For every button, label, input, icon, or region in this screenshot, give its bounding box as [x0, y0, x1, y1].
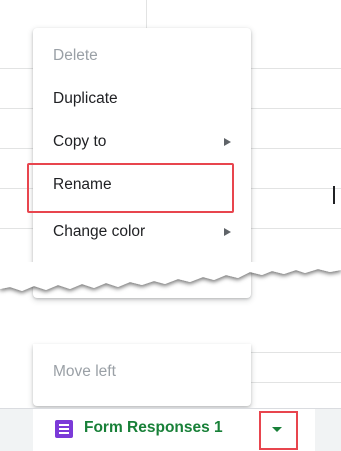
row-line	[251, 108, 341, 109]
row-line	[251, 382, 341, 383]
menu-item-label: Duplicate	[53, 90, 118, 107]
row-line	[0, 228, 33, 229]
menu-item-change-color[interactable]: Change color	[33, 212, 251, 252]
menu-item-move-left[interactable]: Move left	[33, 352, 251, 392]
menu-item-label: Delete	[53, 47, 98, 64]
menu-item-label: Change color	[53, 223, 146, 240]
forms-icon	[55, 420, 73, 438]
sheet-context-menu-bottom: Move left	[33, 344, 251, 406]
dropdown-highlight-box	[259, 411, 298, 450]
menu-item-duplicate[interactable]: Duplicate	[33, 79, 251, 119]
menu-item-copy-to[interactable]: Copy to	[33, 122, 251, 162]
rename-highlight-box	[27, 163, 234, 213]
submenu-arrow-icon	[224, 138, 231, 146]
column-divider	[146, 0, 147, 28]
row-line	[251, 68, 341, 69]
sheet-tab-label: Form Responses 1	[84, 419, 223, 436]
torn-edge-divider	[0, 262, 341, 291]
row-line	[251, 188, 341, 189]
menu-item-label: Move left	[53, 363, 116, 380]
text-cursor	[333, 186, 335, 204]
submenu-arrow-icon	[224, 228, 231, 236]
menu-item-label: Copy to	[53, 133, 107, 150]
row-line	[251, 228, 341, 229]
menu-item-delete[interactable]: Delete	[33, 36, 251, 76]
row-line	[251, 148, 341, 149]
row-line	[0, 108, 33, 109]
row-line	[0, 148, 33, 149]
row-line	[251, 352, 341, 353]
row-line	[0, 68, 33, 69]
